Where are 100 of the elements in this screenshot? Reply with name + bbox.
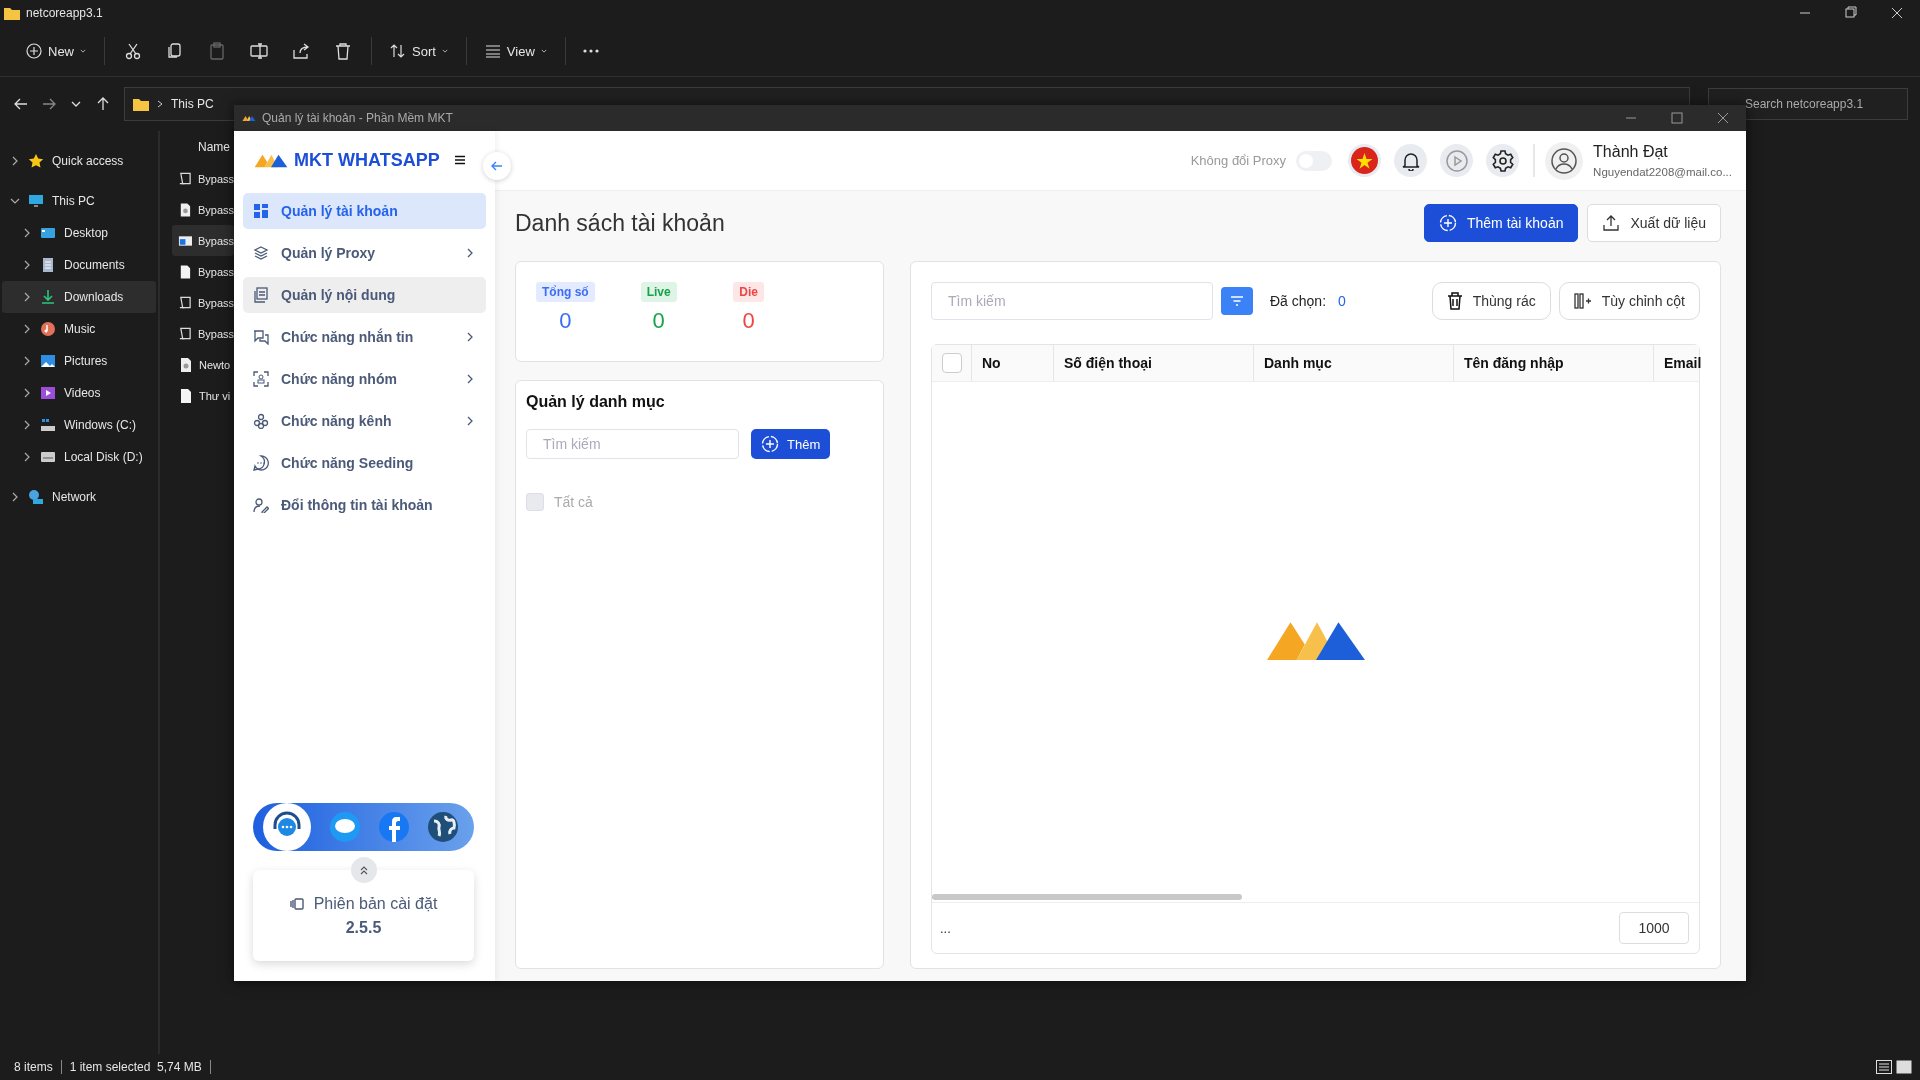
chevron-right-icon[interactable]	[22, 388, 32, 398]
file-item[interactable]: Bypass	[172, 225, 234, 256]
add-icon	[1438, 214, 1457, 232]
file-item[interactable]: Bypass	[172, 287, 234, 318]
menu-item[interactable]: Quản lý nội dung	[243, 277, 486, 313]
file-item[interactable]: Newto	[172, 349, 234, 380]
user-icon	[1551, 147, 1578, 174]
menu-item[interactable]: Chức năng nhóm	[243, 361, 486, 397]
stat-label: Die	[733, 282, 764, 302]
script-icon	[178, 294, 193, 311]
menu-icon[interactable]	[455, 155, 465, 165]
nav-item[interactable]: Windows (C:)	[2, 409, 156, 441]
column-header[interactable]: Danh mục	[1254, 345, 1454, 381]
nav-item[interactable]: Pictures	[2, 345, 156, 377]
column-header[interactable]: Name	[198, 140, 230, 154]
chevron-right-icon[interactable]	[22, 228, 32, 238]
settings-file-icon	[178, 356, 194, 373]
sort-button[interactable]: Sort	[382, 37, 456, 65]
page-title: Danh sách tài khoản	[515, 209, 725, 237]
search-field[interactable]: Search netcoreapp3.1	[1708, 88, 1908, 120]
details-view-icon[interactable]	[1876, 1060, 1892, 1074]
column-header[interactable]: Số điện thoại	[1054, 345, 1254, 381]
up-icon[interactable]	[96, 97, 110, 111]
support-icon[interactable]	[262, 803, 311, 851]
chat-bubble-icon[interactable]	[329, 812, 360, 842]
menu-item[interactable]: Chức năng nhắn tin	[243, 319, 486, 355]
double-chevron-up-icon	[358, 865, 369, 875]
filter-icon	[1230, 296, 1244, 306]
stat-value: 0	[742, 308, 755, 334]
add-icon	[26, 43, 42, 59]
chevron-right-icon	[466, 332, 474, 342]
chevron-right-icon[interactable]	[22, 292, 32, 302]
nav-item[interactable]: Desktop	[2, 217, 156, 249]
columns-button[interactable]: Tùy chỉnh cột	[1558, 282, 1700, 320]
monitor-icon	[28, 193, 44, 209]
selection-info: 1 item selected 5,74 MB	[69, 1060, 202, 1074]
file-item[interactable]: Bypass	[172, 194, 234, 225]
chevron-right-icon[interactable]	[22, 420, 32, 430]
user-name: Thành Đạt	[1593, 143, 1669, 161]
nav-item[interactable]: This PC	[2, 185, 156, 217]
menu-item[interactable]: Chức năng kênh	[243, 403, 486, 439]
export-button[interactable]: Xuất dữ liệu	[1587, 204, 1721, 242]
globe-icon[interactable]	[428, 812, 459, 842]
back-icon[interactable]	[14, 97, 28, 111]
chevron-down-icon[interactable]	[10, 196, 20, 206]
nav-item[interactable]: Local Disk (D:)	[2, 441, 156, 473]
menu-item[interactable]: Quản lý Proxy	[243, 235, 486, 271]
nav-item[interactable]: Documents	[2, 249, 156, 281]
chevron-right-icon[interactable]	[22, 356, 32, 366]
star-icon	[28, 153, 44, 169]
notification-button[interactable]	[1394, 144, 1428, 177]
tiles-view-icon[interactable]	[1896, 1060, 1912, 1074]
nav-item[interactable]: Videos	[2, 377, 156, 409]
page-size-field[interactable]: 1000	[1619, 912, 1689, 944]
chevron-right-icon[interactable]	[10, 492, 20, 502]
selected-label: Đã chọn:	[1270, 293, 1327, 309]
forward-icon[interactable]	[42, 97, 56, 111]
select-all-checkbox[interactable]	[941, 353, 962, 373]
folder-icon	[133, 97, 149, 111]
nav-item[interactable]: Network	[2, 481, 156, 513]
checkbox-label: Tất cả	[554, 494, 593, 510]
menu-item[interactable]: Đổi thông tin tài khoản	[243, 487, 486, 523]
file-item[interactable]: Bypass	[172, 163, 234, 194]
nav-item[interactable]: Quick access	[2, 145, 156, 177]
nav-item[interactable]: Downloads	[2, 281, 156, 313]
document-icon	[253, 287, 269, 303]
chevron-right-icon[interactable]	[22, 324, 32, 334]
file-item[interactable]: Bypass	[172, 318, 234, 349]
filter-button[interactable]	[1221, 287, 1253, 315]
menu-item[interactable]: Chức năng Seeding	[243, 445, 486, 481]
checkbox[interactable]	[526, 493, 544, 511]
nav-item[interactable]: Music	[2, 313, 156, 345]
app-logo-icon	[242, 114, 256, 122]
chevron-right-icon[interactable]	[22, 260, 32, 270]
collapse-button[interactable]	[483, 152, 511, 180]
column-header[interactable]: Email	[1654, 345, 1712, 381]
column-header[interactable]: No	[972, 345, 1054, 381]
column-header[interactable]: Tên đăng nhập	[1454, 345, 1654, 381]
add-account-button[interactable]: Thêm tài khoản	[1423, 204, 1579, 242]
stat-label: Live	[640, 282, 677, 302]
play-button[interactable]	[1440, 144, 1474, 177]
add-button[interactable]: Thêm	[751, 429, 831, 459]
scrollbar-thumb[interactable]	[932, 894, 1242, 900]
flag-button[interactable]	[1348, 144, 1382, 177]
settings-icon	[1491, 149, 1514, 172]
script-icon	[178, 170, 193, 187]
file-item[interactable]: Thư vi	[172, 380, 234, 411]
settings-button[interactable]	[1486, 144, 1520, 177]
new-button[interactable]: New	[18, 37, 94, 65]
file-item[interactable]: Bypass	[172, 256, 234, 287]
user-avatar[interactable]	[1545, 141, 1584, 180]
chevron-right-icon	[466, 416, 474, 426]
chevron-right-icon	[466, 374, 474, 384]
selected-count: 0	[1338, 293, 1346, 309]
facebook-icon[interactable]	[379, 812, 410, 842]
chevron-right-icon[interactable]	[10, 156, 20, 166]
chevron-right-icon[interactable]	[22, 452, 32, 462]
menu-item[interactable]: Quản lý tài khoản	[243, 193, 486, 229]
trash-button[interactable]: Thùng rác	[1431, 282, 1551, 320]
view-button[interactable]: View	[476, 37, 555, 65]
